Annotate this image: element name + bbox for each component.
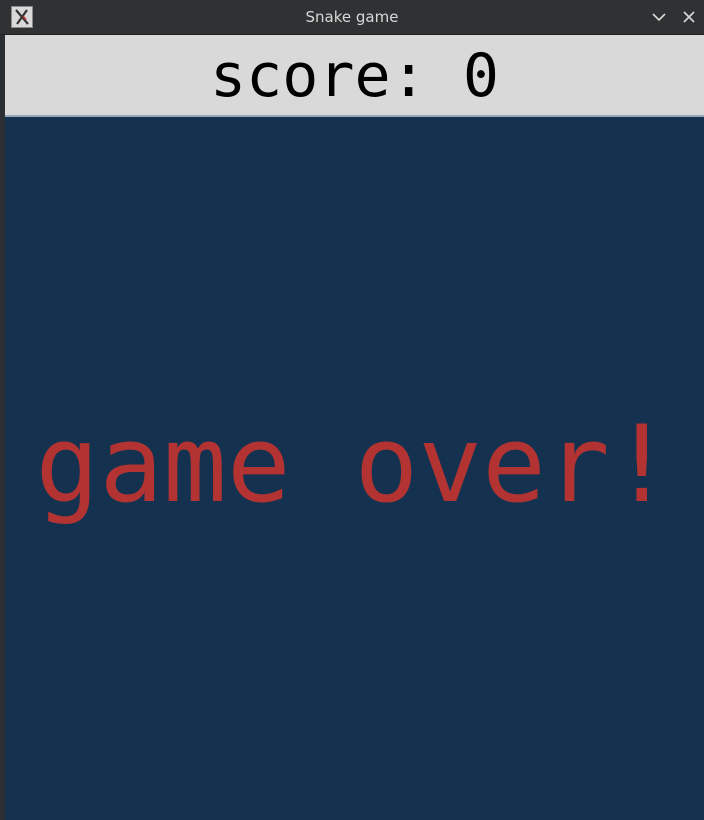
game-client-area: score: 0 game over! xyxy=(5,35,704,820)
chevron-down-icon xyxy=(652,13,666,22)
game-canvas[interactable]: game over! xyxy=(5,117,704,820)
title-bar[interactable]: Snake game xyxy=(0,0,704,35)
score-label: score: 0 xyxy=(210,41,499,111)
minimize-button[interactable] xyxy=(649,7,669,27)
game-over-message: game over! xyxy=(35,403,674,526)
window-title: Snake game xyxy=(305,8,399,26)
snake-game-window: Snake game score: 0 game over! xyxy=(0,0,704,820)
score-bar: score: 0 xyxy=(5,35,704,117)
close-icon xyxy=(683,11,695,23)
close-button[interactable] xyxy=(679,7,699,27)
